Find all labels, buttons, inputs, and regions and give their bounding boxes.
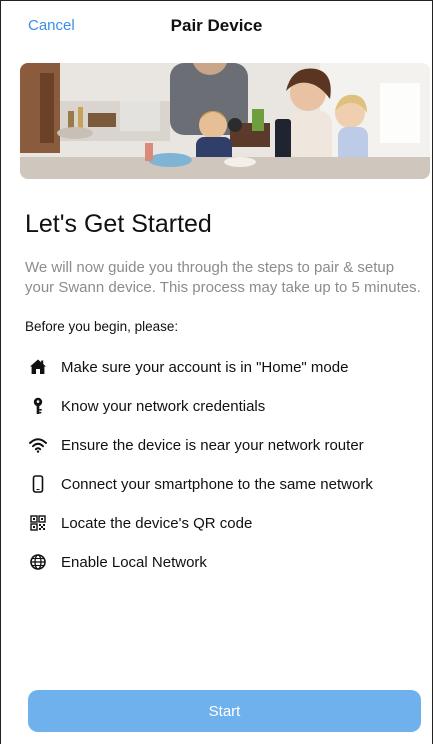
step-text: Connect your smartphone to the same netw… [61, 476, 373, 493]
pair-device-screen: Cancel Pair Device Let's Get Started We … [0, 0, 433, 744]
step-network-credentials: Know your network credentials [29, 396, 429, 418]
step-home-mode: Make sure your account is in "Home" mode [29, 357, 429, 379]
family-kitchen-illustration [20, 63, 430, 179]
step-local-network: Enable Local Network [29, 552, 429, 574]
step-text: Know your network credentials [61, 398, 266, 415]
intro-text: We will now guide you through the steps … [25, 259, 421, 296]
page-title: Pair Device [170, 16, 263, 35]
step-text: Ensure the device is near your network r… [61, 437, 364, 454]
hero-image [20, 63, 430, 179]
navigation-bar: Cancel Pair Device [1, 1, 432, 51]
key-icon [33, 397, 43, 414]
prerequisites-label: Before you begin, please: [25, 319, 179, 334]
step-near-router: Ensure the device is near your network r… [29, 435, 429, 457]
step-qr-code: Locate the device's QR code [29, 513, 429, 535]
step-text: Enable Local Network [61, 554, 207, 571]
step-text: Locate the device's QR code [61, 515, 253, 532]
home-icon [30, 359, 46, 374]
globe-icon [30, 554, 46, 570]
section-heading: Let's Get Started [25, 210, 212, 238]
smartphone-icon [32, 475, 44, 493]
step-same-network: Connect your smartphone to the same netw… [29, 474, 429, 496]
step-text: Make sure your account is in "Home" mode [61, 359, 349, 376]
start-button[interactable]: Start [28, 690, 421, 732]
wifi-icon [29, 438, 47, 453]
qr-code-icon [30, 515, 46, 531]
